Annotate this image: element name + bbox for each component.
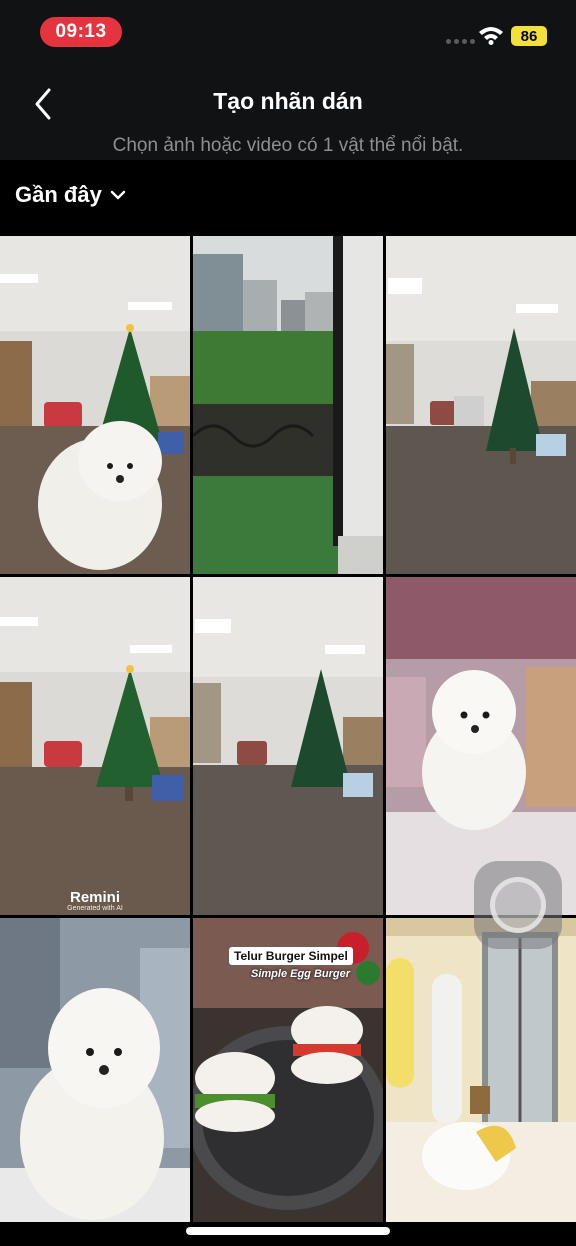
page-subtitle: Chọn ảnh hoặc video có 1 vật thể nổi bật… — [112, 135, 464, 156]
chevron-down-icon — [110, 190, 126, 200]
gallery-thumbnail[interactable]: Remini Generated with AI — [0, 577, 190, 915]
video-caption-title: Telur Burger Simpel — [229, 947, 353, 965]
assistive-touch-icon — [490, 877, 546, 933]
album-label: Gần đây — [15, 182, 102, 207]
gallery-thumbnail[interactable] — [193, 577, 383, 915]
gallery-thumbnail[interactable] — [0, 236, 190, 574]
video-caption-subtitle: Simple Egg Burger — [251, 968, 351, 980]
page-title: Tạo nhãn dán — [213, 88, 363, 114]
status-bar: 09:13 86 — [0, 0, 576, 62]
gallery-thumbnail[interactable] — [386, 236, 576, 574]
cellular-signal-icon — [446, 39, 475, 44]
header: Tạo nhãn dán Chọn ảnh hoặc video có 1 vậ… — [0, 62, 576, 160]
album-bar: Gần đây — [0, 160, 576, 236]
wifi-icon — [479, 27, 503, 45]
album-selector[interactable]: Gần đây — [15, 182, 126, 208]
assistive-touch-button[interactable] — [474, 861, 562, 949]
status-time: 09:13 — [40, 17, 122, 47]
photo-grid: Remini Generated with AI Telur Burger Si… — [0, 236, 576, 1222]
gallery-thumbnail[interactable]: Telur Burger Simpel Simple Egg Burger — [193, 918, 383, 1222]
gallery-thumbnail[interactable] — [193, 236, 383, 574]
gallery-thumbnail[interactable] — [0, 918, 190, 1222]
remini-watermark: Remini Generated with AI — [67, 889, 123, 912]
home-indicator[interactable] — [186, 1227, 390, 1235]
gallery-thumbnail[interactable] — [386, 918, 576, 1222]
battery-indicator: 86 — [511, 26, 547, 46]
